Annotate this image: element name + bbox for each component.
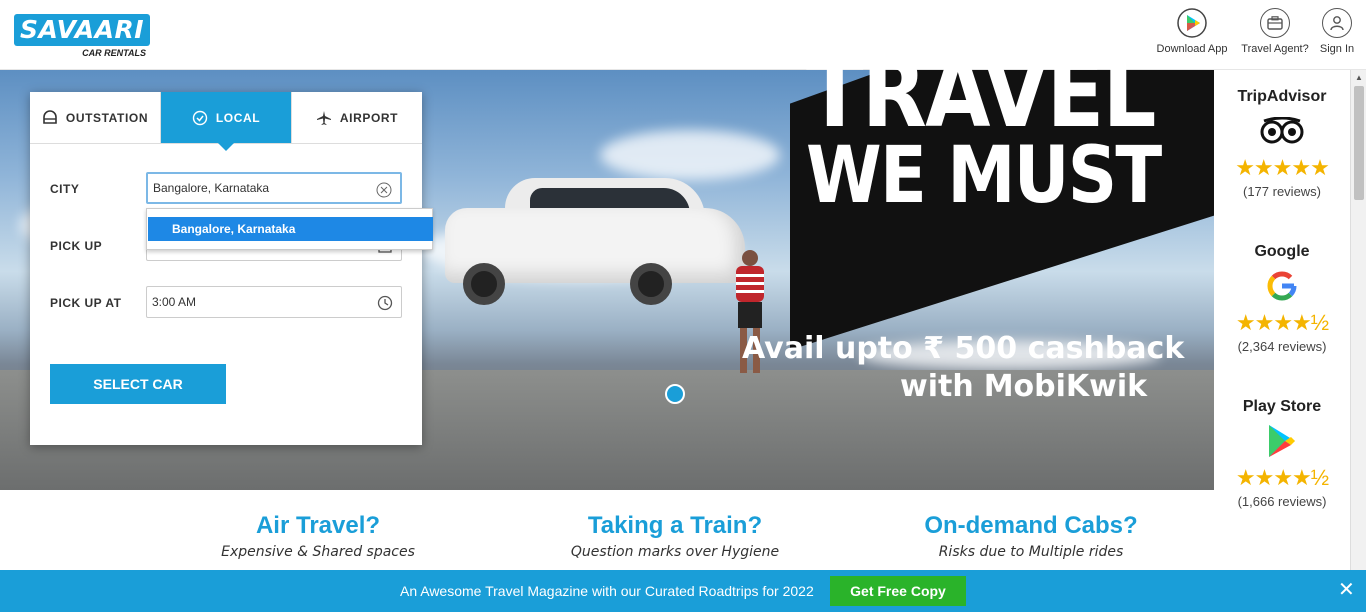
sign-in-link[interactable]: Sign In [1316,8,1358,55]
mobikwik-logo: MobiKwik [983,369,1148,404]
car-wheel [463,263,505,305]
logo-wordmark: SAVAARI [14,14,150,46]
play-store-icon [1177,8,1207,38]
review-source-name: Google [1254,243,1310,260]
magazine-promo-bar: An Awesome Travel Magazine with our Cura… [0,570,1366,612]
city-input[interactable]: Bangalore, Karnataka [146,172,402,204]
feature-cabs: On-demand Cabs? Risks due to Multiple ri… [881,512,1181,560]
pickup-time-input[interactable]: 3:00 AM [146,286,402,318]
star-rating: ★★★★★ [1235,155,1330,180]
sign-in-label: Sign In [1319,43,1355,55]
briefcase-icon [1260,8,1290,38]
review-source-name: Play Store [1242,398,1322,415]
feature-subtitle: Risks due to Multiple rides [938,544,1124,560]
city-suggestions-dropdown: Bangalore, Karnataka [146,208,433,250]
page: SAVAARI CAR RENTALS Download App Travel … [0,0,1366,612]
promo-text: Avail upto ₹ 500 cashback [742,331,1185,366]
travel-agent-label: Travel Agent? [1241,43,1309,55]
city-label: CITY [50,182,80,196]
trip-type-tabs: OUTSTATION LOCAL AIRPORT [30,92,422,151]
location-pin-icon [192,110,208,125]
star-rating: ★★★★½ [1235,310,1329,335]
car-wheel [630,263,672,305]
promo-bar-text: An Awesome Travel Magazine with our Cura… [400,583,814,599]
select-car-button[interactable]: SELECT CAR [50,364,226,404]
city-row: CITY Bangalore, Karnataka [50,172,402,206]
review-count: (2,364 reviews) [1237,339,1327,354]
city-suggestion-item[interactable]: Bangalore, Karnataka [148,217,433,241]
star-rating: ★★★★½ [1235,465,1329,490]
feature-train: Taking a Train? Question marks over Hygi… [525,512,825,560]
travel-agent-link[interactable]: Travel Agent? [1237,8,1313,55]
tab-outstation[interactable]: OUTSTATION [30,92,161,143]
scroll-up-icon[interactable]: ▲ [1355,73,1363,82]
feature-air-travel: Air Travel? Expensive & Shared spaces [168,512,468,560]
review-count: (1,666 reviews) [1237,494,1327,509]
feature-subtitle: Expensive & Shared spaces [221,544,415,560]
cashback-promo: Avail upto ₹ 500 cashback with MobiKwik [742,330,1184,406]
tab-airport-label: AIRPORT [339,110,399,125]
feature-title: On-demand Cabs? [924,512,1138,539]
banner-headline: TRAVEL WE MUST [806,37,1209,222]
carousel-dot[interactable] [665,384,685,404]
feature-title: Air Travel? [255,512,381,539]
promo-with: with [900,369,974,404]
scrollbar[interactable]: ▲ [1350,70,1366,570]
review-source-name: TripAdvisor [1237,88,1327,105]
feature-title: Taking a Train? [587,512,763,539]
review-tripadvisor[interactable]: TripAdvisor ★★★★★ (177 reviews) [1214,88,1350,199]
pickup-time-value: 3:00 AM [152,295,197,309]
scrollbar-thumb[interactable] [1354,86,1364,200]
tab-local-label: LOCAL [215,110,261,125]
review-play-store[interactable]: Play Store ★★★★½ (1,666 reviews) [1214,398,1350,509]
google-g-icon [1214,267,1350,305]
pickup-time-row: PICK UP AT 3:00 AM [50,286,402,320]
banner-headline-line1: TRAVEL [806,37,1156,149]
banner-headline-line2: WE MUST [806,131,1162,222]
clock-icon [377,295,393,311]
review-count: (177 reviews) [1242,184,1322,199]
cloud [600,130,780,180]
savaari-logo[interactable]: SAVAARI CAR RENTALS [14,14,150,60]
tab-airport[interactable]: AIRPORT [292,92,422,143]
tab-outstation-label: OUTSTATION [65,110,149,125]
close-icon[interactable]: ✕ [1338,580,1355,600]
review-google[interactable]: Google ★★★★½ (2,364 reviews) [1214,243,1350,354]
feature-subtitle: Question marks over Hygiene [570,544,780,560]
logo-tagline: CAR RENTALS [82,48,146,58]
car-image [445,178,745,308]
airplane-icon [316,110,331,125]
pickup-time-label: PICK UP AT [50,296,122,310]
reviews-panel: TripAdvisor ★★★★★ (177 reviews) Google ★… [1214,70,1350,570]
booking-widget: OUTSTATION LOCAL AIRPORT CITY Bangalore,… [30,92,422,445]
get-free-copy-button[interactable]: Get Free Copy [830,576,966,606]
clear-icon[interactable] [376,182,392,198]
tab-local[interactable]: LOCAL [161,92,292,151]
outstation-icon [43,109,57,124]
pickup-label: PICK UP [50,239,103,253]
user-icon [1322,8,1352,38]
play-store-icon [1214,422,1350,460]
city-input-value: Bangalore, Karnataka [153,181,270,195]
tripadvisor-owl-icon [1214,112,1350,150]
